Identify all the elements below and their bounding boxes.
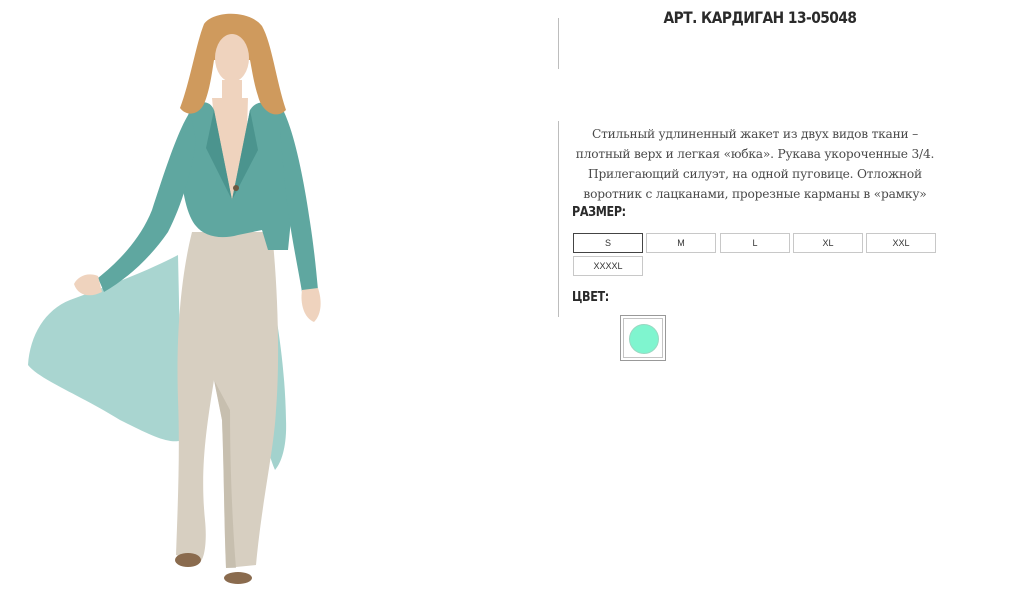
right-hand (301, 288, 321, 322)
neck (222, 80, 242, 102)
size-option-xxxxl[interactable]: XXXXL (573, 256, 643, 276)
product-title: АРТ. КАРДИГАН 13-05048 (663, 8, 857, 27)
color-swatch-frame (623, 318, 663, 358)
size-option-xl[interactable]: XL (793, 233, 863, 253)
color-label: ЦВЕТ: (572, 290, 609, 305)
model-illustration (28, 13, 321, 584)
color-swatch-dot (629, 324, 659, 354)
size-option-xxl[interactable]: XXL (866, 233, 936, 253)
size-option-m[interactable]: M (646, 233, 716, 253)
left-hand (74, 274, 102, 296)
size-option-s[interactable]: S (573, 233, 643, 253)
color-swatch-mint[interactable] (620, 315, 666, 361)
face (215, 34, 249, 82)
size-label: РАЗМЕР: (572, 205, 626, 220)
divider-bottom (558, 121, 559, 317)
size-option-l[interactable]: L (720, 233, 790, 253)
product-photo (0, 0, 380, 599)
left-shoe (175, 553, 201, 567)
divider-top (558, 18, 559, 69)
cardigan-left-sleeve (98, 112, 196, 292)
cardigan-button (233, 185, 239, 191)
product-description: Стильный удлиненный жакет из двух видов … (575, 127, 935, 201)
right-shoe (224, 572, 252, 584)
product-page: АРТ. КАРДИГАН 13-05048 Стильный удлиненн… (0, 0, 1036, 599)
